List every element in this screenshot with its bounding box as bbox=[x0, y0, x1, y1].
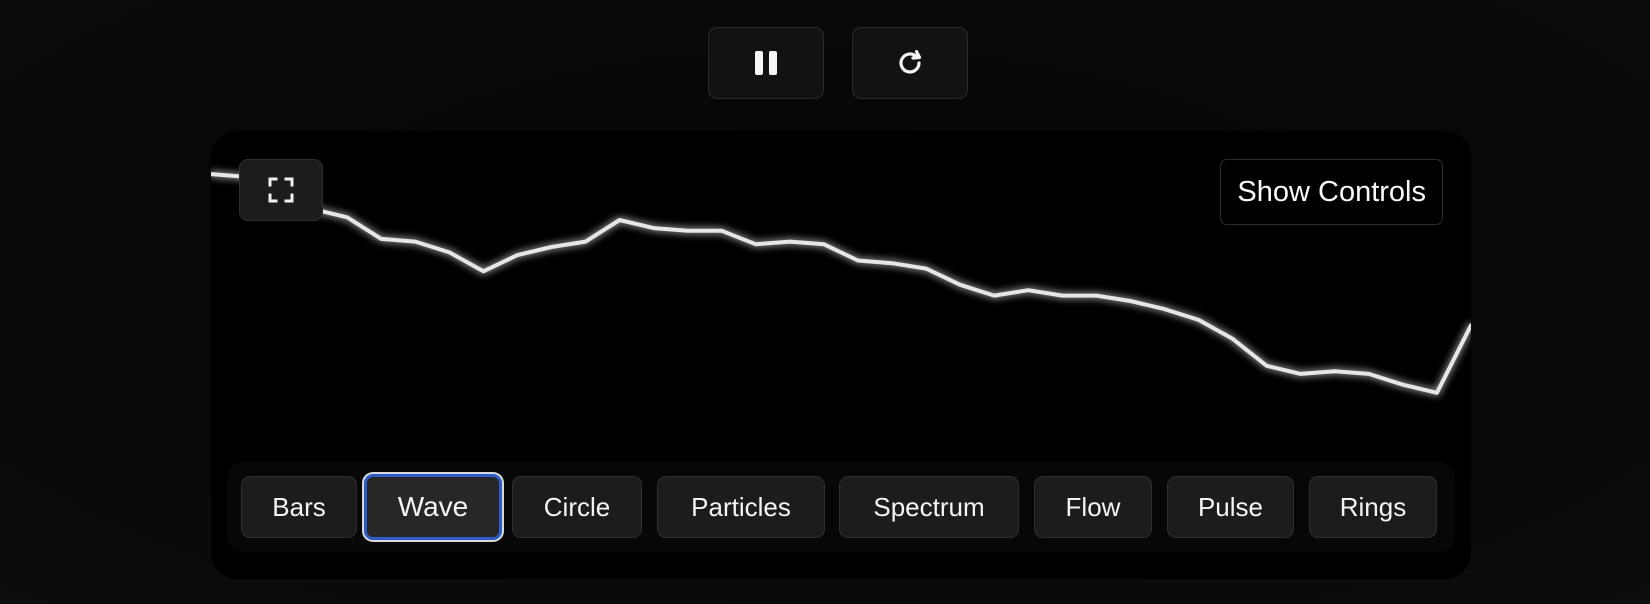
pause-button[interactable] bbox=[708, 27, 824, 99]
restart-icon bbox=[899, 49, 922, 74]
fullscreen-icon bbox=[268, 177, 294, 203]
fullscreen-button[interactable] bbox=[239, 159, 323, 221]
pause-icon bbox=[755, 51, 777, 75]
mode-wave-button[interactable]: Wave bbox=[364, 474, 502, 540]
show-controls-button[interactable]: Show Controls bbox=[1220, 159, 1443, 225]
visualizer-panel: Show Controls Bars Wave Circle Particles… bbox=[211, 131, 1471, 579]
mode-rings-button[interactable]: Rings bbox=[1309, 476, 1437, 538]
mode-selector: Bars Wave Circle Particles Spectrum Flow… bbox=[227, 462, 1455, 552]
mode-particles-button[interactable]: Particles bbox=[657, 476, 825, 538]
mode-bars-button[interactable]: Bars bbox=[241, 476, 357, 538]
mode-pulse-button[interactable]: Pulse bbox=[1167, 476, 1294, 538]
mode-flow-button[interactable]: Flow bbox=[1034, 476, 1152, 538]
mode-spectrum-button[interactable]: Spectrum bbox=[839, 476, 1019, 538]
restart-button[interactable] bbox=[852, 27, 968, 99]
playback-controls bbox=[708, 27, 968, 99]
mode-circle-button[interactable]: Circle bbox=[512, 476, 642, 538]
